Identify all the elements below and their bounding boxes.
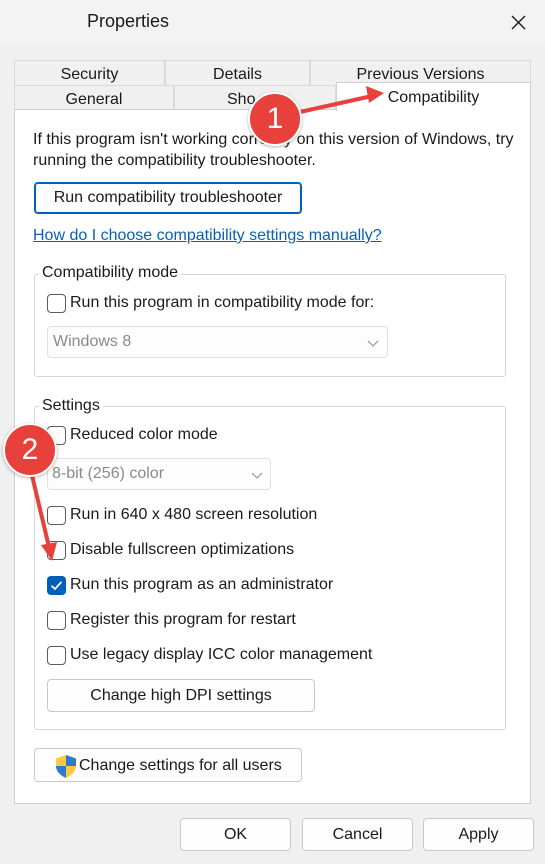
annotation-marker-1: 1 bbox=[248, 92, 302, 146]
arrow-2-head bbox=[41, 542, 57, 561]
arrow-2-line bbox=[28, 465, 51, 549]
annotation-marker-2: 2 bbox=[3, 423, 57, 477]
arrow-1-head bbox=[366, 86, 384, 103]
arrow-1-line bbox=[298, 94, 374, 114]
